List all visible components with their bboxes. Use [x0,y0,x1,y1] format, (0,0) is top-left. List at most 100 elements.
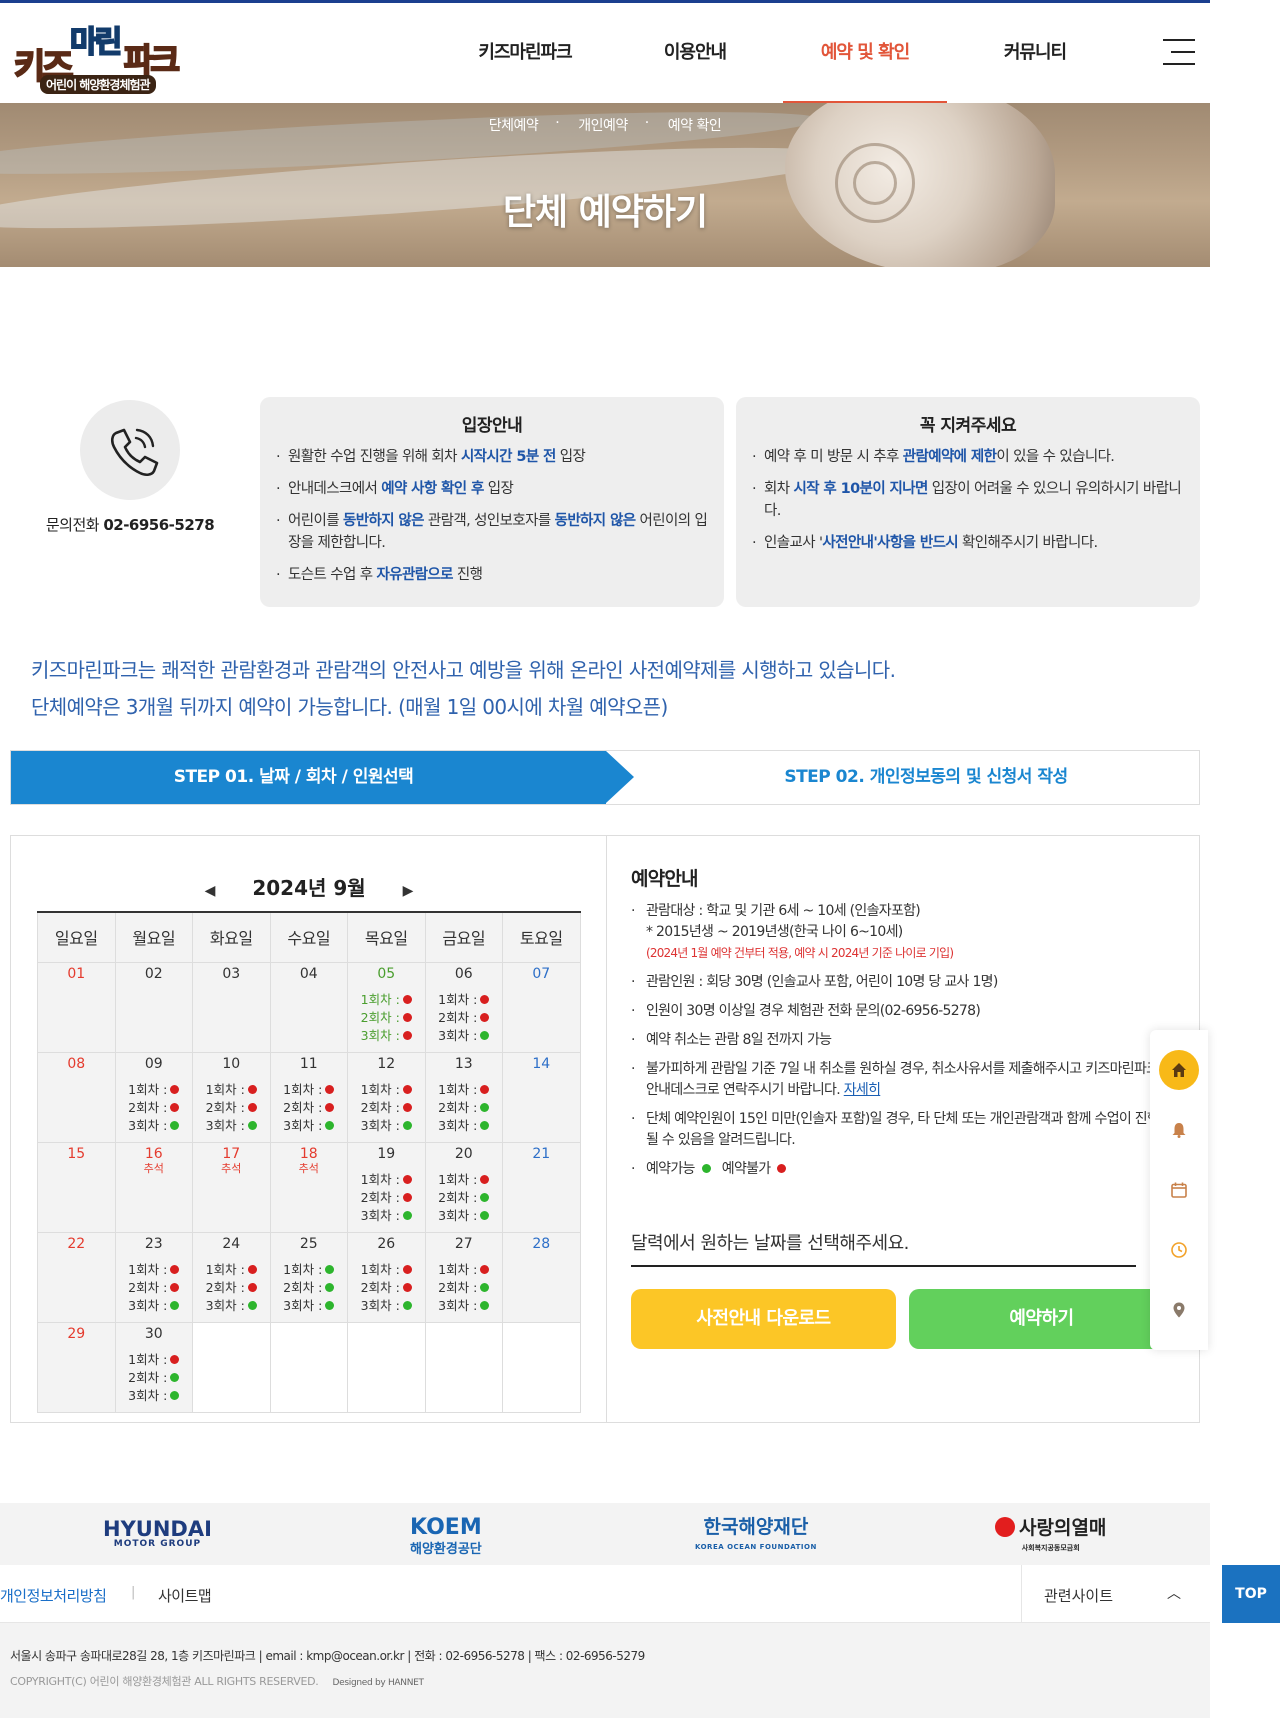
scroll-top-button[interactable]: TOP [1222,1565,1280,1623]
session-slot: 1회차 : [271,1081,348,1099]
calendar-day-cell[interactable]: 09 1회차 : 2회차 : 3회차 : [114,1051,193,1143]
sponsor-love-logo[interactable]: 사랑의열매 사회복지공동모금회 [995,1517,1106,1558]
calendar-day-cell[interactable]: 05 1회차 : 2회차 : 3회차 : [347,961,426,1053]
subnav-group-reservation[interactable]: 단체예약 [469,115,559,135]
calendar-day-cell[interactable]: 10 1회차 : 2회차 : 3회차 : [192,1051,271,1143]
calendar-day-cell: 17 추석 [192,1141,271,1233]
calendar-day-cell[interactable]: 12 1회차 : 2회차 : 3회차 : [347,1051,426,1143]
session-slot: 1회차 : [348,1261,425,1279]
must-keep-title: 꼭 지켜주세요 [919,416,1017,436]
logo-subtitle: 어린이 해양환경체험관 [40,75,156,94]
calendar-day-cell[interactable]: 25 1회차 : 2회차 : 3회차 : [269,1231,348,1323]
related-sites-dropdown[interactable]: 관련사이트 ︿ [1021,1565,1210,1623]
session-label: 1회차 : [205,1261,245,1277]
weekday-header: 월요일 [114,911,193,963]
calendar-day-cell: 07 [502,961,581,1053]
calendar-date-number: 17 [222,1145,241,1162]
session-label: 3회차 : [438,1207,478,1223]
nav-item-reservation[interactable]: 예약 및 확인 [780,3,950,104]
calendar-date-number: 26 [377,1235,396,1252]
hamburger-menu-icon[interactable] [1163,39,1195,65]
entry-info-title: 입장안내 [461,416,523,436]
calendar-date-number: 11 [299,1055,318,1072]
calendar-day-cell[interactable]: 06 1회차 : 2회차 : 3회차 : [424,961,503,1053]
nav-item-usage-guide[interactable]: 이용안내 [610,3,780,103]
calendar-date-number: 14 [532,1055,551,1072]
session-label: 3회차 : [205,1117,245,1133]
calendar-empty-cell [269,1321,348,1413]
session-label: 2회차 : [360,1009,400,1025]
session-slot: 2회차 : [426,1009,503,1027]
calendar-month: 2024년 9월 [252,876,366,900]
calendar-day-cell: 14 [502,1051,581,1143]
logo-marine: 마린 [69,24,123,61]
session-slots: 1회차 : 2회차 : 3회차 : [116,1351,193,1405]
reserve-button[interactable]: 예약하기 [909,1289,1174,1349]
home-icon[interactable] [1159,1050,1199,1090]
session-slot: 1회차 : [193,1081,270,1099]
unavailable-dot-icon [402,1264,412,1274]
clock-icon[interactable] [1159,1230,1199,1270]
subnav-individual-reservation[interactable]: 개인예약 [555,115,648,135]
calendar-date-number: 29 [67,1325,86,1342]
nav-item-community[interactable]: 커뮤니티 [950,3,1120,103]
calendar-empty-cell [424,1321,503,1413]
calendar-day-cell[interactable]: 13 1회차 : 2회차 : 3회차 : [424,1051,503,1143]
calendar-day-cell[interactable]: 20 1회차 : 2회차 : 3회차 : [424,1141,503,1233]
calendar-date-number: 02 [144,965,163,982]
unavailable-dot-icon [247,1282,257,1292]
calendar-date-number: 21 [532,1145,551,1162]
available-dot-icon [247,1300,257,1310]
session-label: 3회차 : [205,1297,245,1313]
session-slot: 1회차 : [116,1351,193,1369]
sponsor-koem-logo[interactable]: KOEM 해양환경공단 [410,1517,482,1561]
calendar-day-cell[interactable]: 30 1회차 : 2회차 : 3회차 : [114,1321,193,1413]
session-slot: 2회차 : [348,1099,425,1117]
sponsor-hyundai-logo[interactable]: HYUNDAI MOTOR GROUP [103,1517,212,1549]
session-slot: 3회차 : [193,1117,270,1135]
calendar-day-cell[interactable]: 23 1회차 : 2회차 : 3회차 : [114,1231,193,1323]
site-logo[interactable]: 키즈 마린 파크 어린이 해양환경체험관 [13,17,184,95]
session-slot: 2회차 : [193,1099,270,1117]
download-guide-button[interactable]: 사전안내 다운로드 [631,1289,896,1349]
calendar-date-number: 25 [299,1235,318,1252]
calendar-icon[interactable] [1159,1170,1199,1210]
bell-icon[interactable] [1159,1110,1199,1150]
weekday-header: 화요일 [192,911,271,963]
session-label: 3회차 : [128,1297,168,1313]
intro-line: 키즈마린파크는 쾌적한 관람환경과 관람객의 안전사고 예방을 위해 온라인 사… [31,658,896,682]
step-2: STEP 02. 개인정보동의 및 신청서 작성 [784,767,1068,787]
nav-item-kidsmarinepark[interactable]: 키즈마린파크 [440,3,610,103]
calendar-day-cell[interactable]: 24 1회차 : 2회차 : 3회차 : [192,1231,271,1323]
session-label: 3회차 : [283,1297,323,1313]
calendar-day-cell[interactable]: 27 1회차 : 2회차 : 3회차 : [424,1231,503,1323]
next-month-icon[interactable]: ▶ [403,883,414,899]
calendar-week-row: 01 02 03 04 05 1회차 : 2회차 : 3회차 : 06 1회차 : 2회차 : 3회차… [37,961,581,1053]
calendar-date-number: 04 [299,965,318,982]
entry-info-box: 입장안내 원활한 수업 진행을 위해 회차 시작시간 5분 전 입장 안내데스크… [260,397,724,607]
privacy-policy-link[interactable]: 개인정보처리방침 [0,1585,107,1606]
location-icon[interactable] [1159,1290,1199,1330]
session-slots: 1회차 : 2회차 : 3회차 : [426,1171,503,1225]
contact-phone: 문의전화 02-6956-5278 [45,516,215,534]
subnav-reservation-check[interactable]: 예약 확인 [645,115,741,135]
session-slots: 1회차 : 2회차 : 3회차 : [193,1081,270,1135]
weekday-header: 토요일 [502,911,581,963]
calendar-day-cell[interactable]: 26 1회차 : 2회차 : 3회차 : [347,1231,426,1323]
unavailable-dot-icon [402,994,412,1004]
calendar-day-cell: 28 [502,1231,581,1323]
calendar-date-number: 24 [222,1235,241,1252]
unavailable-dot-icon [247,1264,257,1274]
session-slot: 1회차 : [348,1081,425,1099]
session-slots: 1회차 : 2회차 : 3회차 : [348,991,425,1045]
sitemap-link[interactable]: 사이트맵 [158,1585,212,1606]
session-slot: 1회차 : [348,1171,425,1189]
sponsor-kof-logo[interactable]: 한국해양재단 KOREA OCEAN FOUNDATION [695,1517,817,1557]
detail-link[interactable]: 자세히 [844,1082,881,1098]
unavailable-dot-icon [402,1192,412,1202]
calendar-day-cell[interactable]: 19 1회차 : 2회차 : 3회차 : [347,1141,426,1233]
session-slot: 1회차 : [426,1081,503,1099]
calendar-date-number: 27 [454,1235,473,1252]
prev-month-icon[interactable]: ◀ [205,883,216,899]
calendar-day-cell[interactable]: 11 1회차 : 2회차 : 3회차 : [269,1051,348,1143]
